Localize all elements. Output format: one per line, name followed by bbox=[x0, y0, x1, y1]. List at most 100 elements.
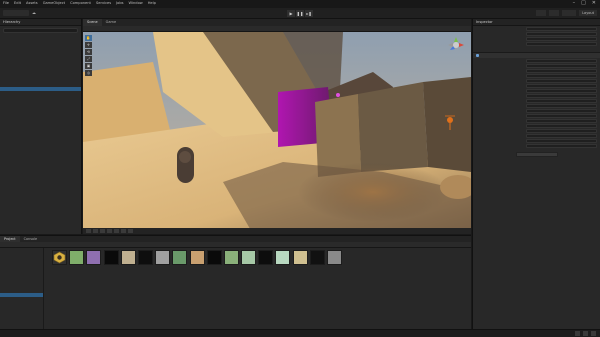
scene-option-icon[interactable] bbox=[121, 229, 126, 233]
inspector-field[interactable] bbox=[526, 73, 597, 78]
scene-option-icon[interactable] bbox=[100, 229, 105, 233]
toolbar-button-2[interactable] bbox=[549, 10, 560, 16]
asset-thumbnail[interactable] bbox=[155, 250, 171, 265]
inspector-field[interactable] bbox=[526, 103, 597, 108]
menu-bar: File Edit Assets GameObject Component Se… bbox=[3, 1, 156, 5]
scene-option-icon[interactable] bbox=[114, 229, 119, 233]
menu-jobs[interactable]: Jobs bbox=[116, 1, 123, 5]
status-icon[interactable] bbox=[575, 331, 580, 336]
menu-component[interactable]: Component bbox=[70, 1, 91, 5]
inspector-field[interactable] bbox=[526, 88, 597, 93]
toolbar-button-1[interactable] bbox=[536, 10, 547, 16]
layers-dropdown[interactable] bbox=[562, 10, 577, 16]
cloud-icon[interactable]: ☁ bbox=[32, 10, 39, 16]
tab-console[interactable]: Console bbox=[20, 236, 41, 242]
inspector-field[interactable] bbox=[526, 63, 597, 68]
inspector-field[interactable] bbox=[526, 78, 597, 83]
asset-thumbnail[interactable] bbox=[309, 250, 325, 265]
inspector-field[interactable] bbox=[526, 138, 597, 143]
scene-tabs: Scene Game bbox=[83, 19, 471, 26]
menu-services[interactable]: Services bbox=[96, 1, 111, 5]
scale-tool-icon[interactable]: ⤢ bbox=[85, 56, 92, 62]
status-icon[interactable] bbox=[583, 331, 588, 336]
status-icon[interactable] bbox=[591, 331, 596, 336]
step-button[interactable]: ▸❚ bbox=[305, 10, 313, 17]
menu-assets[interactable]: Assets bbox=[26, 1, 38, 5]
scene-option-icon[interactable] bbox=[107, 229, 112, 233]
inspector-field[interactable] bbox=[526, 68, 597, 73]
minimize-icon[interactable]: – bbox=[573, 0, 576, 6]
title-bar: File Edit Assets GameObject Component Se… bbox=[0, 0, 600, 8]
tab-scene[interactable]: Scene bbox=[83, 19, 102, 26]
hierarchy-tab[interactable]: Hierarchy bbox=[0, 19, 81, 26]
inspector-field[interactable] bbox=[526, 133, 597, 138]
scene-option-icon[interactable] bbox=[86, 229, 91, 233]
inspector-field[interactable] bbox=[526, 123, 597, 128]
inspector-panel: Inspector bbox=[472, 19, 600, 329]
asset-thumbnail[interactable] bbox=[189, 250, 205, 265]
toolbar-right: Layout bbox=[536, 10, 597, 16]
asset-thumbnail[interactable] bbox=[223, 250, 239, 265]
inspector-field[interactable] bbox=[526, 26, 597, 31]
inspector-field[interactable] bbox=[526, 143, 597, 148]
inspector-tab[interactable]: Inspector bbox=[473, 19, 600, 26]
menu-help[interactable]: Help bbox=[148, 1, 156, 5]
pause-button[interactable]: ❚❚ bbox=[296, 10, 304, 17]
inspector-field[interactable] bbox=[526, 36, 597, 41]
asset-thumbnail[interactable] bbox=[86, 250, 102, 265]
menu-file[interactable]: File bbox=[3, 1, 9, 5]
tab-game[interactable]: Game bbox=[102, 19, 120, 26]
play-button[interactable]: ▶ bbox=[287, 10, 295, 17]
menu-edit[interactable]: Edit bbox=[14, 1, 21, 5]
scene-bottom-bar bbox=[83, 228, 471, 234]
project-folder-item[interactable] bbox=[0, 322, 43, 326]
menu-gameobject[interactable]: GameObject bbox=[43, 1, 65, 5]
hierarchy-panel: Hierarchy bbox=[0, 19, 82, 234]
asset-thumbnail[interactable] bbox=[172, 250, 188, 265]
inspector-field[interactable] bbox=[526, 128, 597, 133]
asset-thumbnail[interactable] bbox=[103, 250, 119, 265]
asset-thumbnail[interactable] bbox=[327, 250, 342, 265]
asset-thumbnail[interactable] bbox=[206, 250, 222, 265]
asset-thumbnail[interactable] bbox=[52, 250, 67, 265]
inspector-field[interactable] bbox=[526, 113, 597, 118]
menu-window[interactable]: Window bbox=[129, 1, 143, 5]
asset-thumbnail[interactable] bbox=[292, 250, 308, 265]
scene-render bbox=[83, 32, 471, 234]
hand-tool-icon[interactable]: ✋ bbox=[85, 35, 92, 41]
inspector-field[interactable] bbox=[526, 108, 597, 113]
scene-panel: Scene Game ✋ ✛ ⟲ ⤢ ▣ ◎ bbox=[83, 19, 471, 234]
inspector-field[interactable] bbox=[526, 93, 597, 98]
asset-thumbnail[interactable] bbox=[275, 250, 291, 265]
scene-option-icon[interactable] bbox=[93, 229, 98, 233]
asset-thumbnail[interactable] bbox=[137, 250, 153, 265]
asset-thumbnail[interactable] bbox=[69, 250, 85, 265]
inspector-field[interactable] bbox=[526, 58, 597, 63]
maximize-icon[interactable]: □ bbox=[581, 0, 586, 6]
close-icon[interactable]: ✕ bbox=[592, 0, 596, 6]
scene-tool-palette: ✋ ✛ ⟲ ⤢ ▣ ◎ bbox=[85, 35, 92, 76]
inspector-field[interactable] bbox=[526, 98, 597, 103]
asset-thumbnail[interactable] bbox=[120, 250, 136, 265]
tab-project[interactable]: Project bbox=[0, 236, 20, 242]
asset-grid bbox=[52, 250, 342, 265]
asset-thumbnail[interactable] bbox=[241, 250, 257, 265]
inspector-field[interactable] bbox=[526, 31, 597, 36]
hierarchy-search-input[interactable] bbox=[3, 28, 78, 33]
inspector-field[interactable] bbox=[526, 118, 597, 123]
rect-tool-icon[interactable]: ▣ bbox=[85, 63, 92, 69]
layout-dropdown[interactable]: Layout bbox=[579, 10, 597, 16]
add-component-button[interactable] bbox=[515, 152, 558, 157]
orientation-gizmo-icon[interactable] bbox=[447, 36, 465, 54]
project-folder-tree bbox=[0, 248, 44, 330]
scene-option-icon[interactable] bbox=[128, 229, 133, 233]
account-dropdown[interactable] bbox=[3, 10, 29, 16]
scene-viewport[interactable]: ✋ ✛ ⟲ ⤢ ▣ ◎ bbox=[83, 32, 471, 234]
inspector-field[interactable] bbox=[526, 41, 597, 46]
move-tool-icon[interactable]: ✛ bbox=[85, 42, 92, 48]
transform-tool-icon[interactable]: ◎ bbox=[85, 70, 92, 76]
asset-thumbnail[interactable] bbox=[258, 250, 274, 265]
rotate-tool-icon[interactable]: ⟲ bbox=[85, 49, 92, 55]
inspector-field[interactable] bbox=[526, 83, 597, 88]
hierarchy-item[interactable] bbox=[0, 143, 81, 148]
